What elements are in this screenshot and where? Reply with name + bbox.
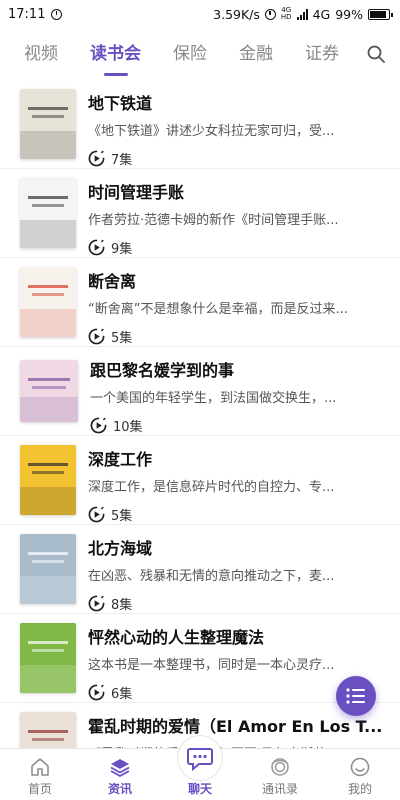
book-cover-image — [20, 623, 76, 693]
menu-fab-button[interactable] — [336, 676, 376, 716]
nav-chat[interactable]: 聊天 — [160, 735, 240, 800]
status-bar: 17:11 3.59K/s 4G HD 4G 99% — [0, 0, 400, 28]
book-title: 深度工作 — [88, 450, 153, 469]
chat-bubble-icon — [187, 748, 213, 772]
chat-bubble — [177, 735, 223, 781]
book-info: 北方海域在凶恶、残暴和无情的意向推动之下，麦... 8集 — [88, 534, 400, 613]
nav-profile[interactable]: 我的 — [320, 749, 400, 800]
book-description: 这本书是一本整理书，同时是一本心灵疗... — [88, 658, 335, 673]
nav-news[interactable]: 资讯 — [80, 749, 160, 800]
book-info: 地下铁道《地下铁道》讲述少女科拉无家可归，受... 7集 — [88, 89, 400, 168]
tab-finance[interactable]: 金融 — [239, 39, 273, 70]
profile-icon — [350, 757, 370, 777]
nav-contacts-label: 通讯录 — [261, 782, 298, 796]
home-icon — [31, 758, 49, 776]
audio-play-icon — [88, 328, 105, 345]
signal-icon — [296, 8, 308, 20]
episode-count-label: 5集 — [111, 509, 133, 524]
audio-play-icon — [88, 506, 105, 523]
book-info: 断舍离 “断舍离”不是想象什么是幸福，而是反过来... 5集 — [88, 267, 400, 346]
hd-badge: 4G HD — [280, 6, 292, 21]
contacts-icon — [271, 758, 289, 776]
episode-count: 8集 — [88, 594, 390, 613]
book-list-item[interactable]: 时间管理手账作者劳拉·范德卡姆的新作《时间管理手账... 9集 — [0, 169, 400, 258]
audio-play-icon — [88, 684, 105, 701]
book-description: 《地下铁道》讲述少女科拉无家可归，受... — [88, 124, 335, 139]
nav-news-label: 资讯 — [107, 782, 132, 796]
tab-video[interactable]: 视频 — [24, 39, 58, 70]
episode-count: 9集 — [88, 238, 390, 257]
book-cover-image — [20, 178, 76, 248]
status-time: 17:11 — [8, 6, 46, 22]
book-title: 怦然心动的人生整理魔法 — [88, 628, 265, 647]
book-info: 跟巴黎名媛学到的事一个美国的年轻学生，到法国做交换生，... 10集 — [90, 356, 400, 435]
book-info: 时间管理手账作者劳拉·范德卡姆的新作《时间管理手账... 9集 — [88, 178, 400, 257]
episode-count-label: 5集 — [111, 331, 133, 346]
book-description: 作者劳拉·范德卡姆的新作《时间管理手账... — [88, 213, 339, 228]
book-list-item[interactable]: 深度工作深度工作，是信息碎片时代的自控力、专... 5集 — [0, 436, 400, 525]
episode-count: 10集 — [90, 416, 390, 435]
episode-count: 7集 — [88, 149, 390, 168]
book-cover-image — [20, 267, 76, 337]
nav-contacts[interactable]: 通讯录 — [240, 749, 320, 800]
list-menu-icon — [346, 688, 365, 704]
clock-icon — [264, 8, 276, 20]
book-cover-image — [20, 534, 76, 604]
tab-insurance[interactable]: 保险 — [173, 39, 207, 70]
alarm-icon — [51, 8, 63, 20]
audio-play-icon — [90, 417, 107, 434]
episode-count-label: 9集 — [111, 242, 133, 257]
category-tabs: 视频 读书会 保险 金融 证券 — [0, 28, 400, 80]
audio-play-icon — [88, 595, 105, 612]
nav-chat-label: 聊天 — [187, 782, 212, 796]
book-list-item[interactable]: 跟巴黎名媛学到的事一个美国的年轻学生，到法国做交换生，... 10集 — [0, 347, 400, 436]
nav-profile-label: 我的 — [347, 782, 372, 796]
network-type: 4G — [312, 6, 331, 22]
book-title: 断舍离 — [88, 272, 137, 291]
layers-icon — [110, 759, 130, 778]
net-speed: 3.59K/s — [213, 6, 260, 22]
book-title: 北方海域 — [88, 539, 153, 558]
book-cover-image — [20, 89, 76, 159]
bottom-nav: 首页 资讯 聊天 通讯录 我的 — [0, 735, 400, 800]
episode-count-label: 10集 — [113, 420, 143, 435]
battery-icon — [368, 8, 393, 20]
book-cover-image — [20, 360, 78, 422]
episode-count-label: 6集 — [111, 687, 133, 702]
battery-percent: 99% — [335, 6, 363, 22]
book-description: “断舍离”不是想象什么是幸福，而是反过来... — [88, 302, 348, 317]
book-list-item[interactable]: 北方海域在凶恶、残暴和无情的意向推动之下，麦... 8集 — [0, 525, 400, 614]
episode-count-label: 8集 — [111, 598, 133, 613]
book-description: 深度工作，是信息碎片时代的自控力、专... — [88, 480, 335, 495]
search-icon[interactable] — [366, 44, 386, 64]
audio-play-icon — [88, 239, 105, 256]
book-title: 时间管理手账 — [88, 183, 185, 202]
nav-home[interactable]: 首页 — [0, 749, 80, 800]
tab-securities[interactable]: 证券 — [305, 39, 339, 70]
book-description: 一个美国的年轻学生，到法国做交换生，... — [90, 391, 337, 406]
book-cover-image — [20, 712, 76, 748]
nav-home-label: 首页 — [27, 782, 52, 796]
tab-reading-club[interactable]: 读书会 — [90, 39, 141, 70]
book-list: 地下铁道《地下铁道》讲述少女科拉无家可归，受... 7集时间管理手账作者劳拉·范德… — [0, 80, 400, 748]
episode-count: 5集 — [88, 505, 390, 524]
book-description: 在凶恶、残暴和无情的意向推动之下，麦... — [88, 569, 335, 584]
book-info: 深度工作深度工作，是信息碎片时代的自控力、专... 5集 — [88, 445, 400, 524]
book-title: 地下铁道 — [88, 94, 153, 113]
book-list-item[interactable]: 地下铁道《地下铁道》讲述少女科拉无家可归，受... 7集 — [0, 80, 400, 169]
book-cover-image — [20, 445, 76, 515]
episode-count: 5集 — [88, 327, 390, 346]
book-info: 霍乱时期的爱情（El Amor En Los T...《霍乱时期的爱情》是加西亚… — [88, 712, 400, 748]
episode-count-label: 7集 — [111, 153, 133, 168]
book-list-item[interactable]: 断舍离 “断舍离”不是想象什么是幸福，而是反过来... 5集 — [0, 258, 400, 347]
audio-play-icon — [88, 150, 105, 167]
book-title: 霍乱时期的爱情（El Amor En Los T... — [88, 717, 383, 736]
book-title: 跟巴黎名媛学到的事 — [90, 361, 235, 380]
